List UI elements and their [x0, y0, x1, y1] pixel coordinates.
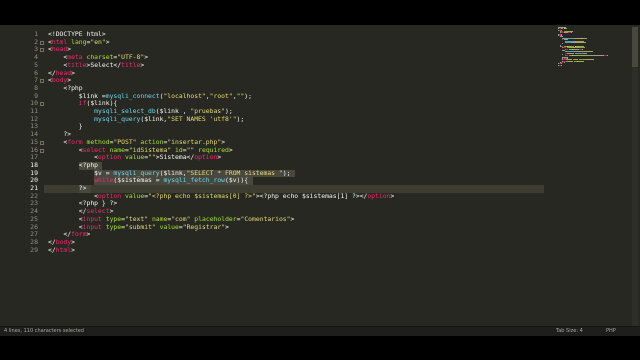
fold-marker-icon[interactable]: [40, 40, 44, 45]
minimap-line: [561, 33, 562, 35]
code-token: "": [148, 153, 156, 162]
minimap-line: [586, 37, 588, 39]
code-token: ($v)){: [225, 176, 249, 185]
code-token: "en": [90, 37, 106, 46]
minimap-line: [606, 55, 608, 57]
code-token: option: [98, 153, 122, 162]
minimap-line: [561, 64, 562, 66]
code-token: </: [48, 245, 56, 254]
code-token: "submit": [125, 222, 156, 231]
code-token: ($sistemas =: [113, 176, 164, 185]
scrollbar-thumb[interactable]: [632, 27, 638, 67]
code-token: >: [86, 230, 91, 239]
code-token: type: [101, 222, 122, 231]
vertical-scrollbar[interactable]: [632, 27, 638, 327]
code-token: value: [121, 191, 145, 200]
code-token: >Select</: [86, 60, 122, 69]
code-token: html: [55, 245, 72, 254]
editor-window: 1 2 3 4 5 6 7 8 9 10 11 12 13 14 15 16 17 18 19 20 21 22 23 24 2…: [0, 25, 640, 336]
code-token: while: [94, 176, 114, 185]
minimap-line: [566, 28, 567, 30]
code-token: title: [121, 60, 141, 69]
minimap-line: [582, 48, 583, 50]
minimap-line: [567, 52, 574, 54]
minimap-line: [585, 59, 593, 61]
minimap-line: [571, 31, 573, 33]
minimap-line: [565, 48, 569, 50]
code-token: "<?php echo $sistemas[0] ?>": [148, 191, 256, 200]
code-token: );: [282, 168, 291, 177]
minimap-line: [583, 47, 585, 49]
selection-status: 4 lines, 110 characters selected: [4, 328, 84, 334]
minimap-line: [562, 43, 563, 45]
minimap-line: [575, 41, 585, 43]
minimap-line: [587, 55, 604, 57]
syntax-indicator[interactable]: PHP: [606, 328, 616, 334]
code-token: option: [194, 153, 218, 162]
minimap-line: [564, 41, 572, 43]
fold-marker-icon[interactable]: [40, 102, 44, 107]
code-token: ($link,: [140, 114, 168, 123]
fold-marker-icon[interactable]: [40, 48, 44, 53]
minimap-line: [574, 52, 584, 54]
code-token: );: [236, 114, 245, 123]
code-token: >: [225, 222, 229, 231]
minimap-line: [591, 51, 593, 53]
minimap-line: [569, 60, 574, 62]
tab-size-indicator[interactable]: Tab Size: 4: [556, 328, 583, 334]
fold-marker-icon[interactable]: [40, 79, 44, 84]
code-token: >: [390, 191, 395, 200]
code-token: "localhost": [163, 91, 206, 100]
code-line[interactable]: </html>: [48, 245, 75, 255]
code-token: >: [217, 153, 222, 162]
minimap-line: [571, 32, 572, 34]
code-token: >Sistema</: [155, 153, 195, 162]
code-token: value: [155, 222, 179, 231]
minimap-line: [592, 59, 594, 61]
code-token: );: [244, 91, 252, 100]
code-token: >: [228, 145, 233, 154]
status-bar: 4 lines, 110 characters selected Tab Siz…: [0, 326, 640, 336]
code-token: "root": [209, 91, 233, 100]
minimap-line: [584, 41, 587, 43]
code-token: >: [71, 245, 75, 254]
line-number: 29: [30, 245, 38, 254]
minimap-line: [563, 62, 565, 64]
code-token: >: [71, 68, 75, 77]
code-token: value: [121, 153, 145, 162]
fold-marker-icon[interactable]: [40, 140, 44, 145]
minimap-line: [572, 55, 588, 57]
code-token: >: [105, 37, 110, 46]
minimap-line: [562, 54, 564, 55]
minimap-line: [583, 52, 587, 54]
code-token: "SET NAMES 'utf8'": [167, 114, 237, 123]
code-token: "Comentarios": [240, 214, 291, 223]
minimap[interactable]: [558, 27, 616, 67]
code-token: option: [367, 191, 391, 200]
code-area[interactable]: <!DOCTYPE html> <html lang="en"> <head> <m…: [48, 25, 538, 330]
code-token: "Registrar": [182, 222, 226, 231]
line-number-gutter: 1 2 3 4 5 6 7 8 9 10 11 12 13 14 15 16 17 18 19 20 21 22 23 24 2…: [0, 25, 44, 330]
code-token: mysqli_query: [94, 114, 141, 123]
code-token: mysqli_fetch_row: [163, 176, 226, 185]
code-token: >: [144, 53, 149, 62]
fold-marker-icon[interactable]: [40, 148, 44, 153]
minimap-line: [583, 60, 584, 62]
code-token: ><?php echo $sistemas[1] ?></: [255, 191, 368, 200]
code-token: >: [140, 60, 145, 69]
code-token: >: [290, 214, 295, 223]
